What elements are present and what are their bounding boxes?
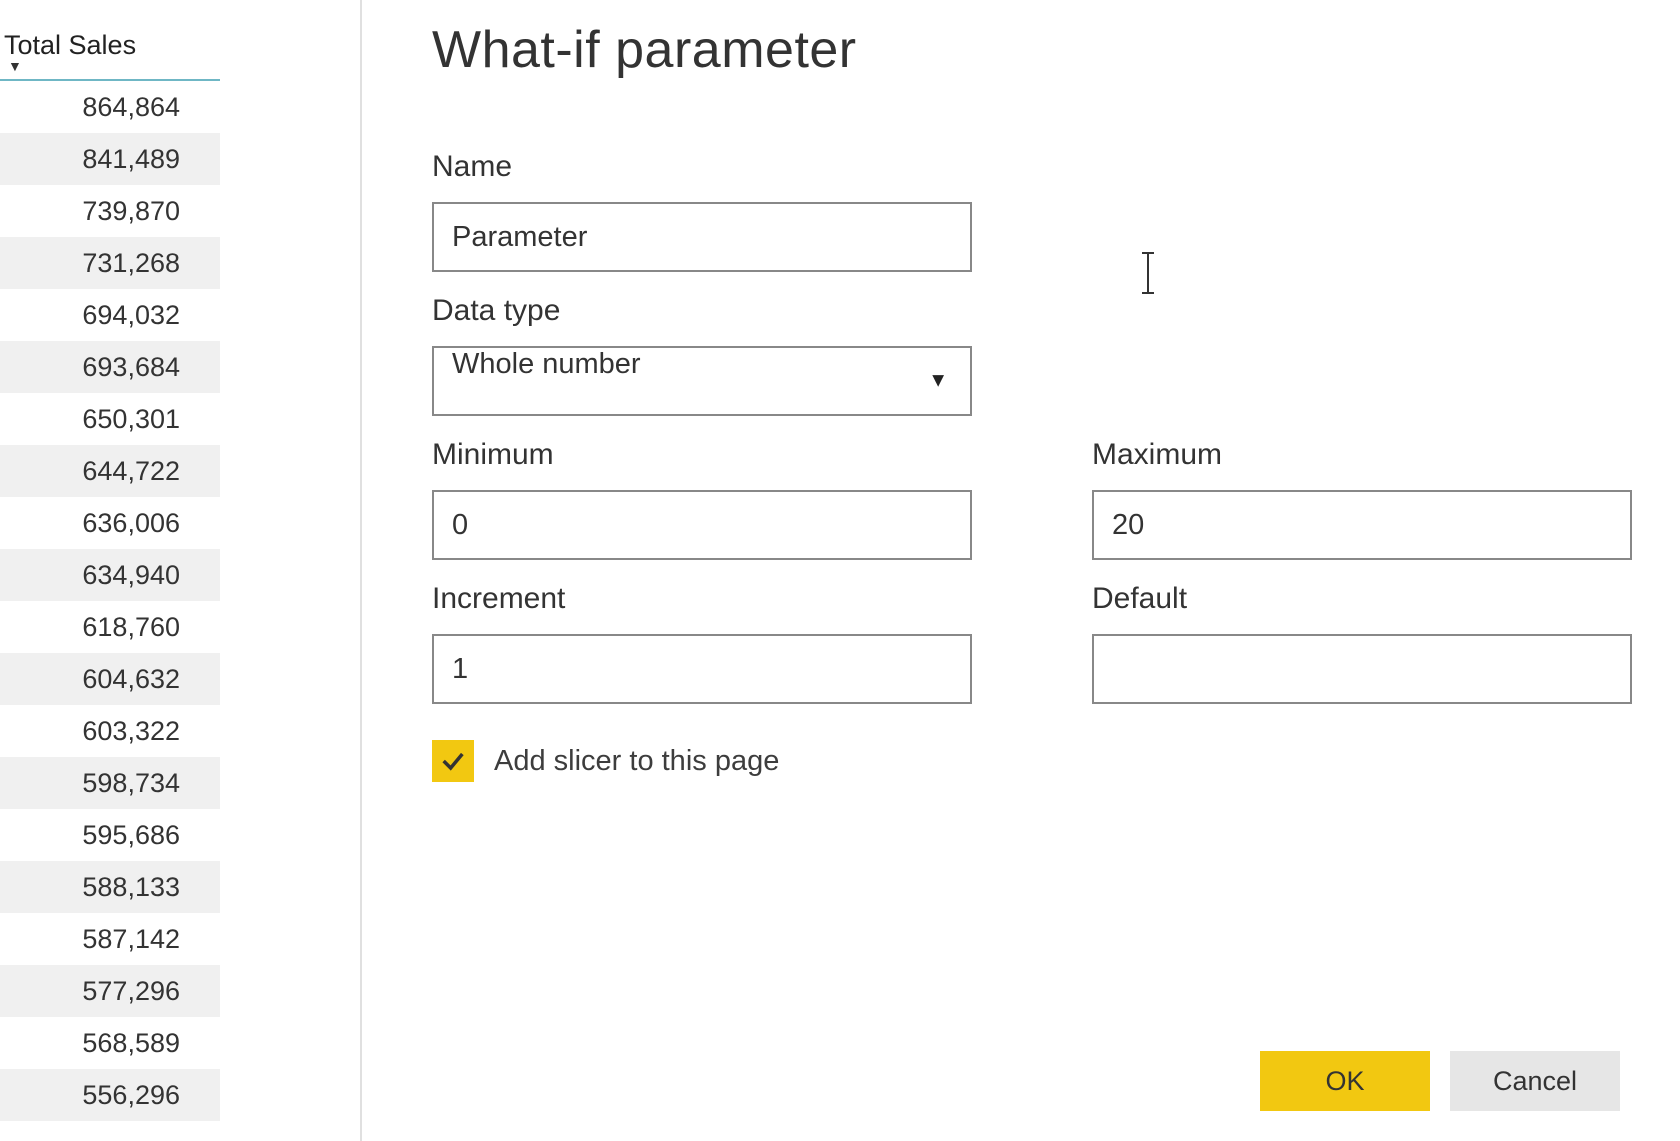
field-group-datatype: Data type Whole number ▼ — [432, 294, 972, 416]
field-group-default: Default — [1092, 582, 1632, 704]
minimum-input[interactable] — [432, 490, 972, 560]
field-group-minimum: Minimum — [432, 438, 972, 560]
add-slicer-checkbox[interactable] — [432, 740, 474, 782]
table-row[interactable]: 595,686 — [0, 809, 220, 861]
table-body: 864,864841,489739,870731,268694,032693,6… — [0, 81, 220, 1121]
datatype-label: Data type — [432, 294, 972, 328]
field-group-increment: Increment — [432, 582, 972, 704]
field-group-name: Name — [432, 150, 972, 272]
check-icon — [439, 747, 467, 775]
field-group-maximum: Maximum — [1092, 438, 1632, 560]
whatif-parameter-dialog: What-if parameter Name Data type Whole n… — [432, 0, 1680, 1141]
dialog-footer: OK Cancel — [1260, 1051, 1620, 1111]
cancel-button[interactable]: Cancel — [1450, 1051, 1620, 1111]
name-input[interactable] — [432, 202, 972, 272]
table-row[interactable]: 864,864 — [0, 81, 220, 133]
vertical-divider — [360, 0, 362, 1141]
table-row[interactable]: 577,296 — [0, 965, 220, 1017]
total-sales-column: Total Sales ▼ 864,864841,489739,870731,2… — [0, 0, 220, 1141]
table-row[interactable]: 556,296 — [0, 1069, 220, 1121]
table-row[interactable]: 644,722 — [0, 445, 220, 497]
ok-button[interactable]: OK — [1260, 1051, 1430, 1111]
increment-label: Increment — [432, 582, 972, 616]
dialog-title: What-if parameter — [432, 20, 1680, 80]
table-row[interactable]: 587,142 — [0, 913, 220, 965]
column-header-label: Total Sales — [4, 30, 136, 60]
add-slicer-label: Add slicer to this page — [494, 745, 779, 778]
add-slicer-row: Add slicer to this page — [432, 740, 1680, 782]
table-row[interactable]: 739,870 — [0, 185, 220, 237]
default-input[interactable] — [1092, 634, 1632, 704]
default-label: Default — [1092, 582, 1632, 616]
table-row[interactable]: 636,006 — [0, 497, 220, 549]
sort-descending-icon: ▼ — [8, 61, 220, 71]
table-row[interactable]: 598,734 — [0, 757, 220, 809]
column-header-total-sales[interactable]: Total Sales ▼ — [0, 30, 220, 81]
table-row[interactable]: 604,632 — [0, 653, 220, 705]
maximum-input[interactable] — [1092, 490, 1632, 560]
datatype-select[interactable]: Whole number — [432, 346, 972, 416]
table-row[interactable]: 650,301 — [0, 393, 220, 445]
table-row[interactable]: 603,322 — [0, 705, 220, 757]
table-row[interactable]: 731,268 — [0, 237, 220, 289]
increment-input[interactable] — [432, 634, 972, 704]
table-row[interactable]: 693,684 — [0, 341, 220, 393]
maximum-label: Maximum — [1092, 438, 1632, 472]
table-row[interactable]: 568,589 — [0, 1017, 220, 1069]
table-row[interactable]: 588,133 — [0, 861, 220, 913]
table-row[interactable]: 634,940 — [0, 549, 220, 601]
minimum-label: Minimum — [432, 438, 972, 472]
table-row[interactable]: 841,489 — [0, 133, 220, 185]
name-label: Name — [432, 150, 972, 184]
table-row[interactable]: 618,760 — [0, 601, 220, 653]
table-row[interactable]: 694,032 — [0, 289, 220, 341]
